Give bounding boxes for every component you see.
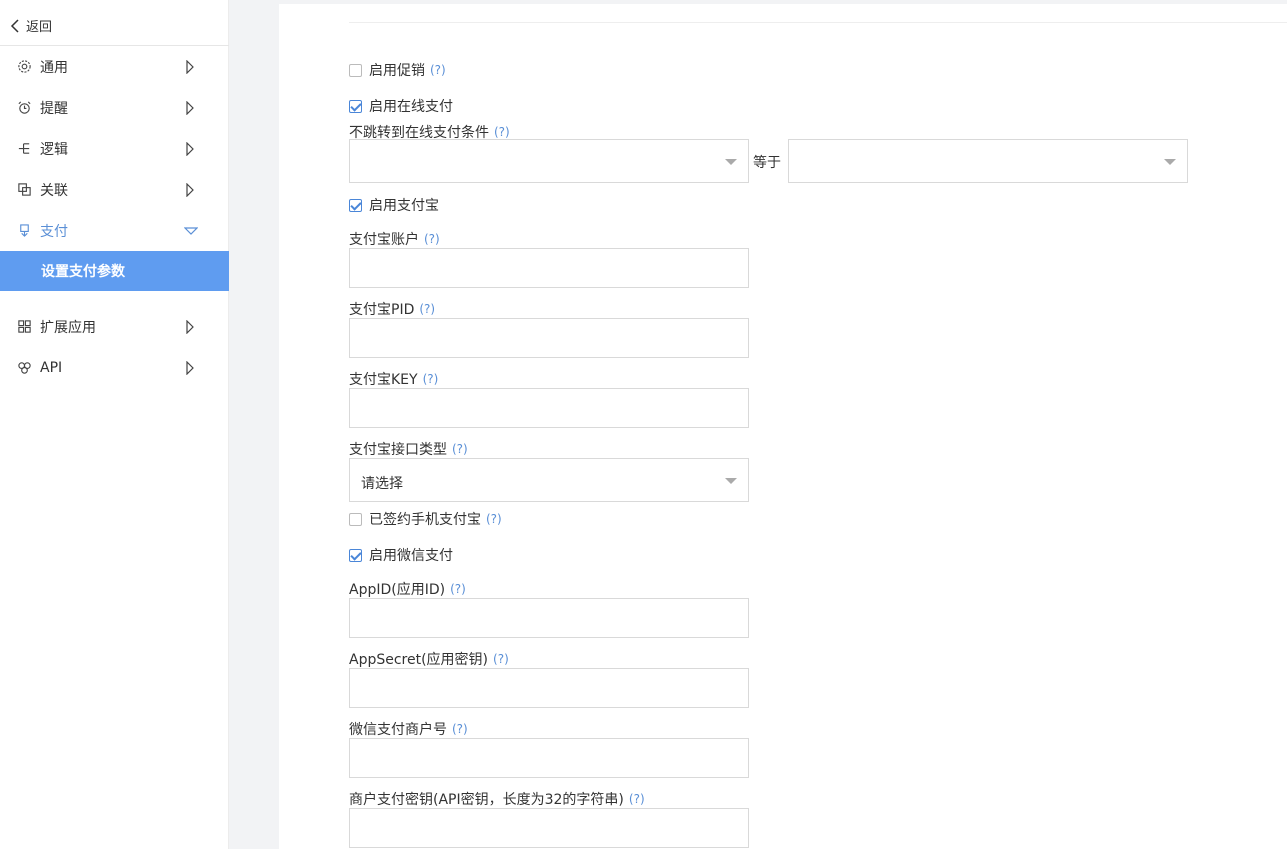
alipay-pid-label: 支付宝PID (?) bbox=[349, 299, 435, 319]
caret-down-icon bbox=[725, 478, 737, 484]
wechat-merchant-no-input[interactable] bbox=[349, 738, 749, 778]
checkbox-box[interactable] bbox=[349, 99, 362, 113]
chevron-left-icon bbox=[10, 18, 19, 33]
api-icon bbox=[17, 360, 32, 375]
sidebar-item-logic[interactable]: 逻辑 bbox=[0, 128, 229, 169]
sidebar: 返回 通用 提醒 逻辑 关联 支付 设置支付参数 扩展应用 API bbox=[0, 0, 229, 849]
help-icon[interactable]: (?) bbox=[493, 652, 509, 666]
help-icon[interactable]: (?) bbox=[450, 582, 466, 596]
checkbox-box[interactable] bbox=[349, 548, 362, 562]
link-icon bbox=[17, 182, 32, 197]
sidebar-item-api[interactable]: API bbox=[0, 347, 229, 388]
divider bbox=[349, 22, 1287, 23]
gear-icon bbox=[17, 59, 32, 74]
sidebar-item-label: 支付 bbox=[40, 223, 68, 240]
equals-label: 等于 bbox=[753, 155, 781, 171]
help-icon[interactable]: (?) bbox=[452, 442, 468, 456]
enable-alipay-checkbox[interactable]: 启用支付宝 bbox=[349, 195, 439, 215]
enable-wechat-pay-checkbox[interactable]: 启用微信支付 bbox=[349, 545, 453, 565]
caret-right-icon bbox=[186, 141, 194, 156]
field-label-text: 微信支付商户号 bbox=[349, 722, 447, 738]
select-value: 请选择 bbox=[361, 476, 403, 492]
sidebar-item-reminder[interactable]: 提醒 bbox=[0, 87, 229, 128]
app-id-label: AppID(应用ID) (?) bbox=[349, 579, 466, 599]
alipay-account-input[interactable] bbox=[349, 248, 749, 288]
merchant-key-label: 商户支付密钥(API密钥，长度为32的字符串) (?) bbox=[349, 789, 645, 809]
sidebar-item-extensions[interactable]: 扩展应用 bbox=[0, 306, 229, 347]
sidebar-item-label: 提醒 bbox=[40, 100, 68, 117]
signed-mobile-alipay-label: 已签约手机支付宝 bbox=[369, 512, 481, 528]
checkbox-box[interactable] bbox=[349, 63, 362, 77]
help-icon[interactable]: (?) bbox=[452, 722, 468, 736]
sidebar-subitem-payment-settings[interactable]: 设置支付参数 bbox=[0, 251, 229, 291]
help-icon[interactable]: (?) bbox=[419, 302, 435, 316]
enable-online-pay-checkbox[interactable]: 启用在线支付 bbox=[349, 96, 453, 116]
sidebar-item-label: 通用 bbox=[40, 59, 68, 76]
field-label-text: AppSecret(应用密钥) bbox=[349, 652, 489, 668]
enable-promo-checkbox[interactable]: 启用促销 (?) bbox=[349, 60, 446, 80]
alipay-api-type-label: 支付宝接口类型 (?) bbox=[349, 439, 468, 459]
back-label: 返回 bbox=[26, 20, 53, 35]
condition-field-select[interactable] bbox=[349, 139, 749, 183]
alipay-pid-input[interactable] bbox=[349, 318, 749, 358]
caret-down-icon bbox=[1164, 159, 1176, 165]
caret-right-icon bbox=[186, 360, 194, 375]
branch-icon bbox=[17, 141, 32, 156]
enable-online-pay-label: 启用在线支付 bbox=[369, 99, 453, 115]
enable-alipay-label: 启用支付宝 bbox=[369, 198, 439, 214]
condition-value-select[interactable] bbox=[788, 139, 1188, 183]
field-label-text: 支付宝接口类型 bbox=[349, 442, 447, 458]
signed-mobile-alipay-checkbox[interactable]: 已签约手机支付宝 (?) bbox=[349, 509, 502, 529]
caret-down-icon bbox=[725, 159, 737, 165]
enable-wechat-pay-label: 启用微信支付 bbox=[369, 548, 453, 564]
app-secret-input[interactable] bbox=[349, 668, 749, 708]
alarm-clock-icon bbox=[17, 100, 32, 115]
field-label-text: 支付宝PID bbox=[349, 302, 415, 318]
back-button[interactable]: 返回 bbox=[10, 16, 52, 35]
field-label-text: 商户支付密钥(API密钥，长度为32的字符串) bbox=[349, 792, 624, 808]
help-icon[interactable]: (?) bbox=[486, 512, 502, 526]
payment-icon bbox=[17, 223, 32, 238]
sidebar-item-link[interactable]: 关联 bbox=[0, 169, 229, 210]
enable-promo-label: 启用促销 bbox=[369, 63, 425, 79]
help-icon[interactable]: (?) bbox=[629, 792, 645, 806]
grid-icon bbox=[17, 319, 32, 334]
field-label-text: AppID(应用ID) bbox=[349, 582, 446, 598]
sidebar-item-label: 关联 bbox=[40, 182, 68, 199]
merchant-key-input[interactable] bbox=[349, 808, 749, 848]
help-icon[interactable]: (?) bbox=[430, 63, 446, 77]
sidebar-item-general[interactable]: 通用 bbox=[0, 46, 229, 87]
caret-right-icon bbox=[186, 319, 194, 334]
checkbox-box[interactable] bbox=[349, 512, 362, 526]
sidebar-item-label: 扩展应用 bbox=[40, 319, 96, 336]
caret-right-icon bbox=[186, 100, 194, 115]
field-label-text: 支付宝账户 bbox=[349, 232, 419, 248]
alipay-key-input[interactable] bbox=[349, 388, 749, 428]
checkbox-box[interactable] bbox=[349, 198, 362, 212]
alipay-key-label: 支付宝KEY (?) bbox=[349, 369, 438, 389]
help-icon[interactable]: (?) bbox=[494, 125, 510, 139]
sidebar-subitem-label: 设置支付参数 bbox=[41, 264, 125, 280]
caret-right-icon bbox=[186, 59, 194, 74]
app-secret-label: AppSecret(应用密钥) (?) bbox=[349, 649, 509, 669]
field-label-text: 支付宝KEY bbox=[349, 372, 418, 388]
sidebar-item-label: API bbox=[40, 359, 63, 376]
help-icon[interactable]: (?) bbox=[423, 372, 439, 386]
app-id-input[interactable] bbox=[349, 598, 749, 638]
caret-down-icon bbox=[184, 226, 198, 235]
payment-settings-form: 启用促销 (?) 启用在线支付 不跳转到在线支付条件 (?) 等于 启用支付宝 … bbox=[279, 0, 1287, 849]
alipay-api-type-select[interactable]: 请选择 bbox=[349, 458, 749, 502]
caret-right-icon bbox=[186, 182, 194, 197]
wechat-merchant-no-label: 微信支付商户号 (?) bbox=[349, 719, 468, 739]
top-strip bbox=[279, 0, 1287, 4]
sidebar-item-label: 逻辑 bbox=[40, 141, 68, 158]
sidebar-item-payment[interactable]: 支付 bbox=[0, 210, 229, 251]
help-icon[interactable]: (?) bbox=[424, 232, 440, 246]
alipay-account-label: 支付宝账户 (?) bbox=[349, 229, 440, 249]
gutter bbox=[229, 0, 279, 849]
